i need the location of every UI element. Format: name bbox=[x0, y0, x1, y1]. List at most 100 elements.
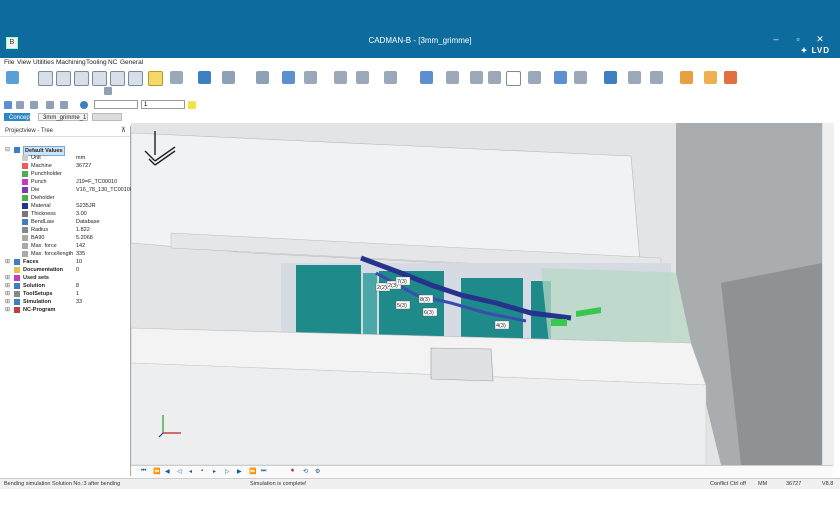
print-icon[interactable] bbox=[628, 71, 641, 84]
bend-label: 8(3) bbox=[420, 297, 430, 303]
pan-icon[interactable] bbox=[60, 101, 68, 109]
panel-header: Projectview - Tree ⊼ bbox=[0, 126, 130, 137]
home-icon[interactable] bbox=[104, 87, 112, 95]
value-select[interactable]: 1 bbox=[141, 100, 185, 109]
view-cube-icon[interactable] bbox=[4, 101, 12, 109]
part-3d-icon[interactable] bbox=[198, 71, 211, 84]
export-icon[interactable] bbox=[92, 71, 107, 86]
mirror-icon[interactable] bbox=[420, 71, 433, 84]
expand-icon[interactable]: ⊞ bbox=[5, 298, 10, 306]
maximize-icon[interactable]: ▫ bbox=[790, 34, 806, 44]
menu-utilities[interactable]: Utilities bbox=[33, 59, 54, 66]
unfold-icon[interactable] bbox=[282, 71, 295, 84]
last-step-icon[interactable]: ⏭ bbox=[261, 468, 266, 475]
report-icon[interactable] bbox=[148, 71, 163, 86]
panel-title: Projectview - Tree bbox=[5, 128, 54, 134]
status-unit: MM bbox=[758, 481, 768, 487]
tab-concept[interactable]: Concept bbox=[4, 113, 31, 121]
book-icon[interactable] bbox=[446, 71, 459, 84]
die-holder bbox=[430, 347, 494, 382]
menu-view[interactable]: View bbox=[17, 59, 31, 66]
expand-icon[interactable]: ⊞ bbox=[5, 306, 10, 314]
gauge-icon[interactable] bbox=[356, 71, 369, 84]
printer-icon[interactable] bbox=[650, 71, 663, 84]
nc-icon[interactable] bbox=[554, 71, 567, 84]
first-step-icon[interactable]: ⏮ bbox=[141, 468, 146, 475]
machine-icon[interactable] bbox=[222, 71, 235, 84]
transfer-icon[interactable] bbox=[574, 71, 587, 84]
status-conflict: Conflict Ctrl off bbox=[710, 481, 746, 487]
title-bar: B CADMAN-B - [3mm_grimme] – ▫ ✕ ✦ LVD bbox=[0, 0, 840, 58]
step-fwd-icon[interactable]: ▸ bbox=[213, 468, 216, 475]
simulation-icon[interactable] bbox=[528, 71, 541, 84]
used-sets-icon bbox=[14, 275, 20, 281]
menu-machining[interactable]: Machining bbox=[56, 59, 86, 66]
open-icon[interactable] bbox=[56, 71, 71, 86]
menu-general[interactable]: General bbox=[120, 59, 143, 66]
menu-nc[interactable]: NC bbox=[108, 59, 117, 66]
menu-file[interactable]: File bbox=[4, 59, 14, 66]
collapse-icon[interactable]: ⊟ bbox=[5, 146, 10, 154]
options-icon[interactable]: ⚙ bbox=[315, 468, 320, 475]
view-toolbar: 1 bbox=[0, 87, 840, 111]
zoom-icon[interactable] bbox=[16, 101, 24, 109]
undo-icon[interactable] bbox=[6, 71, 19, 84]
menu-tooling[interactable]: Tooling bbox=[86, 59, 107, 66]
toolsetups-icon bbox=[14, 291, 20, 297]
pause-icon[interactable]: ▪ bbox=[201, 468, 203, 474]
loop-icon[interactable]: ⟲ bbox=[303, 468, 308, 475]
expand-icon[interactable]: ⊞ bbox=[5, 290, 10, 298]
rotate-icon[interactable] bbox=[46, 101, 54, 109]
pin-icon[interactable]: ⊼ bbox=[121, 126, 126, 136]
layer-select[interactable] bbox=[94, 100, 138, 109]
minimize-icon[interactable]: – bbox=[768, 34, 784, 44]
simulation-tree-icon bbox=[14, 299, 20, 305]
playback-bar: ⏮ ⏪ ◀ ◁ ◂ ▪ ▸ ▷ ▶ ⏩ ⏭ ⏺ ⟲ ⚙ bbox=[131, 465, 833, 477]
tool-icon[interactable] bbox=[170, 71, 183, 84]
next-step-icon[interactable]: ▶ bbox=[237, 468, 242, 475]
import-icon[interactable] bbox=[74, 71, 89, 86]
flange-icon[interactable] bbox=[304, 71, 317, 84]
bend-icon[interactable] bbox=[256, 71, 269, 84]
status-message: Bending simulation Solution No.:3 after … bbox=[4, 481, 121, 487]
expand-icon[interactable]: ⊞ bbox=[5, 274, 10, 282]
close-icon[interactable]: ✕ bbox=[812, 34, 828, 45]
expand-icon[interactable]: ⊞ bbox=[5, 282, 10, 290]
collision-icon[interactable] bbox=[384, 71, 397, 84]
library-icon[interactable] bbox=[128, 71, 143, 86]
menu-bar: File View Utilities Machining Tooling NC… bbox=[0, 58, 840, 68]
project-tree-panel: Projectview - Tree ⊼ ⊟ Default Values Un… bbox=[0, 126, 133, 476]
step-back-icon[interactable]: ◁ bbox=[177, 468, 182, 475]
save-icon[interactable] bbox=[604, 71, 617, 84]
step-back2-icon[interactable]: ◂ bbox=[189, 468, 192, 475]
next-fast-icon[interactable]: ⏩ bbox=[249, 468, 256, 475]
viewport-3d[interactable]: 2(2) 2(3) 7(3) 8(3) 5(3) 6(3) 4(3) bbox=[131, 123, 822, 465]
expand-icon[interactable]: ⊞ bbox=[5, 258, 10, 266]
brand-logo: ✦ LVD bbox=[800, 46, 830, 55]
zoom-window-icon[interactable] bbox=[30, 101, 38, 109]
warning-icon[interactable] bbox=[680, 71, 693, 84]
viewport-scrollbar[interactable] bbox=[822, 123, 834, 465]
settings-icon[interactable] bbox=[704, 71, 717, 84]
sequence-icon[interactable] bbox=[334, 71, 347, 84]
xnz-icon[interactable] bbox=[506, 71, 521, 86]
dxf-icon[interactable] bbox=[110, 71, 125, 86]
step-fwd2-icon[interactable]: ▷ bbox=[225, 468, 230, 475]
status-version: V8.8 bbox=[822, 481, 834, 487]
new-icon[interactable] bbox=[38, 71, 53, 86]
globe-icon[interactable] bbox=[80, 101, 88, 109]
setup-icon[interactable] bbox=[488, 71, 501, 84]
help-icon[interactable] bbox=[724, 71, 737, 84]
tooling-icon[interactable] bbox=[470, 71, 483, 84]
color-icon[interactable] bbox=[188, 101, 196, 109]
prev-step-icon[interactable]: ◀ bbox=[165, 468, 170, 475]
bendlaw-icon bbox=[22, 219, 28, 225]
prev-fast-icon[interactable]: ⏪ bbox=[153, 468, 160, 475]
document-tabs: Concept 3mm_grimme_1 bbox=[0, 113, 840, 121]
tab-blank[interactable] bbox=[92, 113, 122, 121]
material-icon bbox=[22, 203, 28, 209]
scene-svg: 2(2) 2(3) 7(3) 8(3) 5(3) 6(3) 4(3) bbox=[131, 123, 822, 465]
die-icon bbox=[22, 187, 28, 193]
record-icon[interactable]: ⏺ bbox=[291, 468, 294, 475]
tab-3mm-grimme[interactable]: 3mm_grimme_1 bbox=[38, 113, 88, 121]
